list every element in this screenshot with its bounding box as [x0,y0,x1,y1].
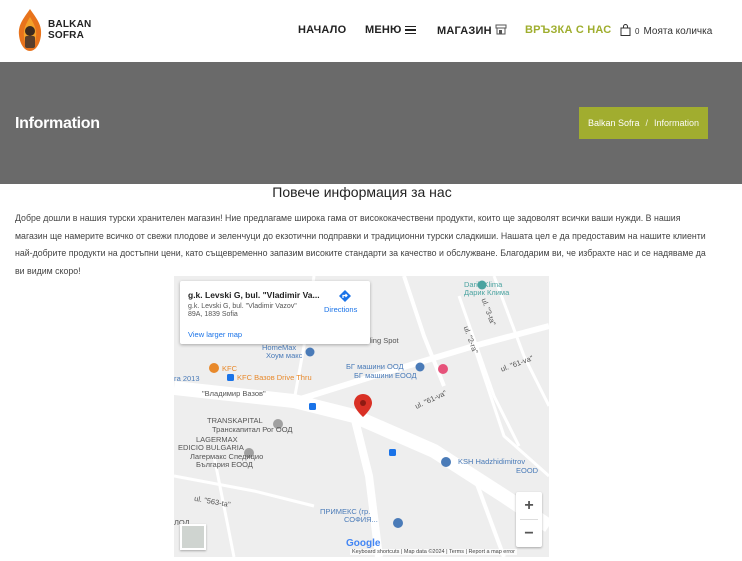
site-header: BALKAN SOFRA НАЧАЛО МЕНЮ МАГАЗИН ВРЪЗКА … [0,0,742,62]
logo-flame-icon [15,7,45,53]
nav-item-label: МЕНЮ [365,24,402,36]
map-place-title: g.k. Levski G, bul. "Vladimir Va... [188,290,320,300]
cart-link[interactable]: 0 Моята количка [620,24,712,39]
map-label: България ЕООД [196,460,253,469]
page-title: Information [15,115,100,132]
map-label: Хоум макс [266,351,303,360]
map-label: EDICIO BULGARIA [178,443,244,452]
directions-link[interactable]: Directions [324,305,357,314]
map-label: KFC [222,364,237,373]
zoom-in-button[interactable]: + [516,492,542,519]
google-logo-text: Google [346,538,381,549]
page-title-band: Information Balkan Sofra / Information [0,62,742,184]
map-place-address: g.k. Levski G, bul. "Vladimir Vazov" 89A… [188,303,297,318]
map-label: Дарик Клима [464,288,510,297]
restaurant-pin [209,363,219,373]
map-zoom-control: + − [516,492,542,547]
section-heading: Повече информация за нас [272,184,452,200]
map-label: KFC Вазов Drive Thru [237,373,312,382]
map-label: СОФИЯ... [344,515,378,524]
logo-line-2: SOFRA [48,30,84,41]
map-attribution[interactable]: Keyboard shortcuts | Map data ©2024 | Te… [350,549,517,555]
map-label: "Владимир Вазов" [202,389,266,398]
breadcrumb: Balkan Sofra / Information [579,107,708,139]
map-label: Транскапитал Рог ООД [212,425,293,434]
storefront-icon [495,24,507,38]
map-label: EOOD [516,466,539,475]
hamburger-icon [404,25,416,35]
map-label: БГ машини ЕООД [354,371,417,380]
map-info-card: g.k. Levski G, bul. "Vladimir Va... g.k.… [180,281,370,344]
shopping-bag-icon [620,24,631,39]
intro-paragraph: Добре дошли в нашия турски хранителен ма… [15,213,706,276]
site-logo[interactable]: BALKAN SOFRA [15,5,95,55]
zoom-out-button[interactable]: − [516,520,542,547]
breadcrumb-separator: / [645,118,648,128]
map-label: TRANSKAPITAL [207,416,263,425]
street-view-thumbnail[interactable] [180,524,206,550]
nav-item-home[interactable]: НАЧАЛО [298,24,346,36]
map-label: БГ машини ООД [346,362,404,371]
nav-item-label: НАЧАЛО [298,24,347,36]
view-larger-map-link[interactable]: View larger map [188,330,242,339]
breadcrumb-current: Information [654,118,700,128]
nav-item-shop[interactable]: МАГАЗИН [437,24,507,38]
logo-text: BALKAN SOFRA [48,19,91,41]
nav-item-label: МАГАЗИН [437,25,492,37]
nav-item-contact[interactable]: ВРЪЗКА С НАС [525,24,611,36]
embedded-map[interactable]: Darik Klima Дарик Клима Vending Spot Hom… [174,276,549,557]
map-label: KSH Hadzhidimitrov [458,457,526,466]
cart-label: Моята количка [643,26,713,37]
nav-item-menu[interactable]: МЕНЮ [365,24,416,36]
breadcrumb-home[interactable]: Balkan Sofra [588,118,640,128]
logo-line-1: BALKAN [48,19,92,30]
map-label: га 2013 [174,374,200,383]
cart-count: 0 [635,27,640,36]
google-logo: Google [346,538,380,549]
nav-item-label: ВРЪЗКА С НАС [525,24,612,36]
